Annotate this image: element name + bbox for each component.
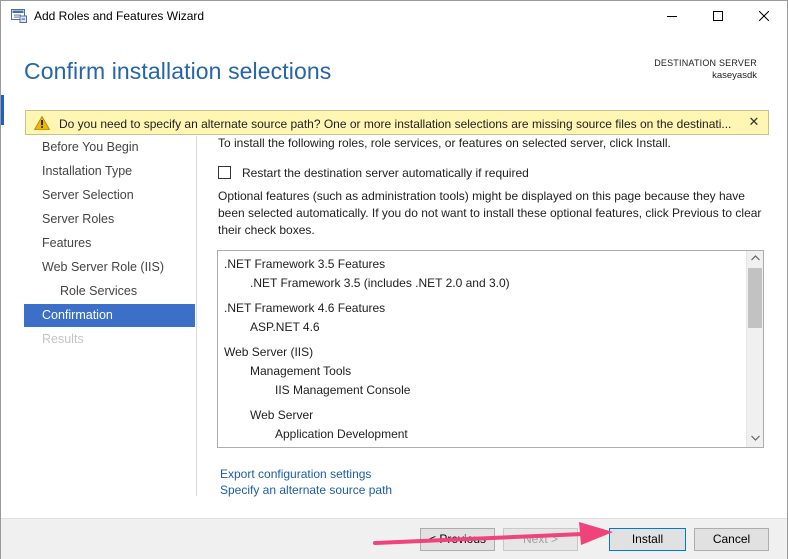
close-button[interactable] — [741, 1, 787, 31]
list-scrollbar[interactable] — [746, 251, 763, 447]
minimize-icon — [667, 16, 677, 17]
list-item: .NET Framework 3.5 (includes .NET 2.0 an… — [250, 276, 510, 290]
sidebar-item-results: Results — [42, 332, 84, 346]
destination-server-name: kaseyasdk — [712, 70, 757, 81]
sidebar-item-role-services[interactable]: Role Services — [24, 280, 195, 303]
scroll-down-icon[interactable] — [747, 431, 763, 447]
sidebar-item-features[interactable]: Features — [24, 232, 195, 255]
sidebar-item-server-roles[interactable]: Server Roles — [24, 208, 195, 231]
restart-checkbox[interactable] — [218, 166, 231, 179]
sidebar-item-installation-type[interactable]: Installation Type — [24, 160, 195, 183]
scroll-thumb[interactable] — [748, 268, 762, 328]
export-configuration-link[interactable]: Export configuration settings — [220, 467, 371, 481]
list-item: ASP.NET 4.6 — [250, 320, 320, 334]
title-bar: Add Roles and Features Wizard — [1, 1, 787, 32]
window-title: Add Roles and Features Wizard — [34, 9, 205, 23]
maximize-icon — [713, 11, 723, 21]
list-item: Web Server — [250, 408, 314, 422]
list-item: .NET Framework 4.6 Features — [224, 301, 386, 315]
scroll-up-icon[interactable] — [747, 251, 763, 267]
sidebar-divider — [196, 136, 197, 496]
minimize-button[interactable] — [649, 1, 695, 31]
previous-button[interactable]: < Previous — [420, 528, 495, 551]
sidebar-item-server-selection[interactable]: Server Selection — [24, 184, 195, 207]
list-item: Management Tools — [250, 364, 352, 378]
wizard-steps-nav: Before You Begin Installation Type Serve… — [24, 136, 196, 496]
installation-selections-list[interactable]: .NET Framework 3.5 Features .NET Framewo… — [217, 250, 764, 448]
warning-icon — [33, 115, 51, 130]
destination-server-label: DESTINATION SERVER — [654, 58, 757, 68]
next-button: Next > — [503, 528, 578, 551]
intro-text: To install the following roles, role ser… — [218, 136, 671, 150]
restart-checkbox-label[interactable]: Restart the destination server automatic… — [242, 166, 529, 180]
install-button[interactable]: Install — [609, 528, 686, 551]
cancel-button[interactable]: Cancel — [694, 528, 769, 551]
list-item: .NET Framework 3.5 Features — [224, 257, 386, 271]
sidebar-item-before-you-begin[interactable]: Before You Begin — [24, 136, 195, 159]
list-item: IIS Management Console — [275, 383, 411, 397]
close-icon — [759, 11, 769, 21]
server-manager-icon — [11, 9, 27, 23]
optional-features-note: Optional features (such as administratio… — [218, 189, 762, 237]
wizard-window: Add Roles and Features Wizard Confirm in… — [0, 0, 788, 559]
dismiss-warning-icon[interactable]: ✕ — [746, 114, 762, 130]
list-item: Web Server (IIS) — [224, 345, 314, 359]
warning-message: Do you need to specify an alternate sour… — [59, 117, 732, 131]
missing-source-warning-bar[interactable]: Do you need to specify an alternate sour… — [25, 110, 769, 135]
list-item: Application Development — [275, 427, 408, 441]
maximize-button[interactable] — [695, 1, 741, 31]
sidebar-item-web-server-role[interactable]: Web Server Role (IIS) — [24, 256, 195, 279]
sidebar-item-confirmation[interactable]: Confirmation — [24, 304, 195, 327]
window-edge-accent — [1, 95, 4, 125]
alternate-source-path-link[interactable]: Specify an alternate source path — [220, 483, 392, 497]
page-title: Confirm installation selections — [24, 58, 332, 84]
